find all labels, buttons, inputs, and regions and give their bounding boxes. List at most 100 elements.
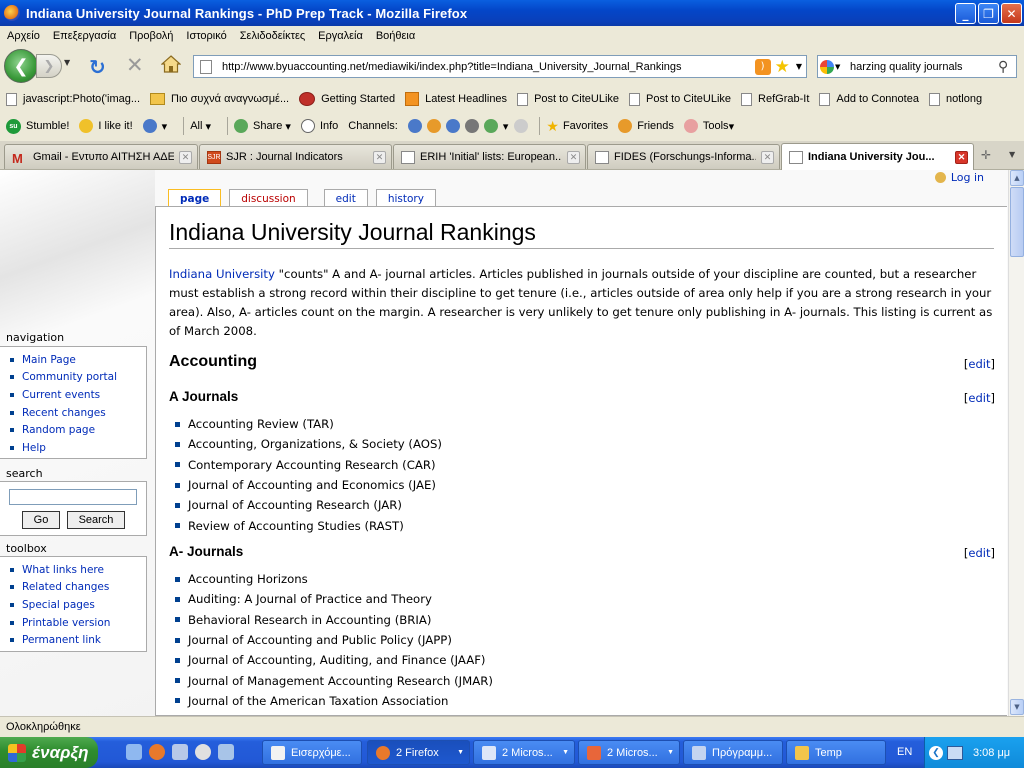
menu-tools[interactable]: Εργαλεία (311, 30, 369, 42)
tool-special-pages[interactable]: Special pages (10, 596, 146, 614)
tools-dropdown[interactable]: Tools ▾ (683, 119, 734, 133)
search-bar[interactable]: ▼ harzing quality journals ⚲ (817, 55, 1017, 78)
scroll-down-icon[interactable]: ▼ (1010, 699, 1024, 715)
friends-button[interactable]: Friends (618, 119, 674, 133)
tag-icon[interactable] (514, 119, 529, 133)
quicklaunch-icon[interactable] (218, 744, 234, 760)
tray-expand-icon[interactable]: ❮ (929, 745, 943, 760)
dislike-button[interactable]: ▾ (142, 119, 167, 133)
close-tab-icon[interactable]: ✕ (373, 150, 386, 164)
all-dropdown[interactable]: All ▾ (190, 120, 211, 133)
close-tab-icon[interactable]: ✕ (567, 150, 580, 164)
new-tab-icon[interactable]: ✛ (981, 148, 991, 162)
edit-section-link[interactable]: [edit] (964, 546, 995, 560)
bookmark-item[interactable]: notlong (928, 92, 982, 106)
menu-edit[interactable]: Επεξεργασία (46, 30, 122, 42)
start-button[interactable]: έναρξη (0, 737, 98, 768)
tool-what-links-here[interactable]: What links here (10, 561, 146, 579)
tab-history[interactable]: history (375, 189, 436, 207)
indiana-university-link[interactable]: Indiana University (169, 267, 275, 281)
bookmark-item[interactable]: Add to Connotea (819, 92, 919, 106)
like-button[interactable]: I like it! (79, 119, 133, 133)
tool-printable-version[interactable]: Printable version (10, 614, 146, 632)
nav-current-events[interactable]: Current events (10, 386, 146, 404)
network-icon[interactable] (947, 745, 963, 760)
vertical-scrollbar[interactable]: ▲ ▼ (1008, 170, 1024, 716)
home-icon[interactable] (161, 55, 181, 73)
bookmark-item[interactable]: Latest Headlines (405, 92, 507, 106)
list-all-tabs-icon[interactable]: ▼ (1009, 150, 1015, 159)
bookmark-item[interactable]: javascript:Photo('imag... (6, 92, 140, 106)
search-engine-selector[interactable]: ▼ (820, 58, 842, 76)
stop-icon[interactable]: ✕ (126, 53, 144, 77)
bookmark-item[interactable]: Post to CiteULike (517, 92, 619, 106)
menu-help[interactable]: Βοήθεια (369, 30, 421, 42)
edit-section-link[interactable]: [edit] (964, 391, 995, 405)
search-button[interactable]: Search (67, 511, 125, 529)
favorites-button[interactable]: ★ Favorites (546, 118, 608, 135)
video-icon[interactable] (464, 119, 479, 133)
bookmark-item[interactable]: RefGrab-It (741, 92, 809, 106)
tab-gmail[interactable]: M Gmail - Εντυπο ΑΙΤΗΣΗ ΑΔΕ... ✕ (4, 144, 198, 169)
nav-recent-changes[interactable]: Recent changes (10, 404, 146, 422)
forward-button[interactable]: ❯ (36, 54, 62, 78)
close-tab-icon[interactable]: ✕ (761, 150, 774, 164)
tab-edit[interactable]: edit (323, 189, 368, 207)
task-programs[interactable]: Πρόγραμμ... (683, 740, 783, 765)
firefox-quicklaunch-icon[interactable] (149, 744, 165, 760)
tab-indiana[interactable]: Indiana University Jou... ✕ (781, 143, 974, 170)
close-tab-icon[interactable]: ✕ (955, 150, 968, 164)
task-firefox[interactable]: 2 Firefox ▼ (367, 740, 470, 765)
wiki-search-input[interactable] (9, 489, 137, 505)
channel-icon[interactable] (483, 119, 498, 133)
tab-fides[interactable]: FIDES (Forschungs-Informa... ✕ (587, 144, 780, 169)
close-tab-icon[interactable]: ✕ (179, 150, 192, 164)
menu-history[interactable]: Ιστορικό (179, 30, 232, 42)
photos-icon[interactable] (445, 119, 460, 133)
explorer-quicklaunch-icon[interactable] (172, 744, 188, 760)
go-button[interactable]: Go (22, 511, 60, 529)
scrollbar-thumb[interactable] (1010, 187, 1024, 257)
nav-main-page[interactable]: Main Page (10, 351, 146, 369)
task-inbox[interactable]: Εισερχόμε... (262, 740, 362, 765)
reload-icon[interactable]: ↻ (89, 55, 106, 79)
people-icon[interactable] (426, 119, 441, 133)
menu-view[interactable]: Προβολή (122, 30, 179, 42)
tab-sjr[interactable]: SJR SJR : Journal Indicators ✕ (199, 144, 392, 169)
nav-random-page[interactable]: Random page (10, 421, 146, 439)
media-player-icon[interactable] (195, 744, 211, 760)
share-button[interactable]: Share ▾ (234, 119, 291, 133)
menu-file[interactable]: Αρχείο (0, 30, 46, 42)
show-desktop-icon[interactable] (126, 744, 142, 760)
menu-bookmarks[interactable]: Σελιδοδείκτες (233, 30, 311, 42)
language-indicator[interactable]: EN (897, 746, 912, 758)
info-button[interactable]: Info (300, 119, 338, 133)
search-magnifier-icon[interactable]: ⚲ (998, 59, 1016, 75)
edit-section-link[interactable]: [edit] (964, 357, 995, 371)
history-dropdown-icon[interactable]: ▼ (64, 58, 70, 67)
tool-permanent-link[interactable]: Permanent link (10, 631, 146, 649)
clock[interactable]: 3:08 μμ (973, 747, 1010, 759)
tab-discussion[interactable]: discussion (229, 189, 308, 207)
globe-icon[interactable] (407, 119, 422, 133)
task-word[interactable]: 2 Micros... ▼ (473, 740, 575, 765)
nav-help[interactable]: Help (10, 439, 146, 457)
tab-erih[interactable]: ERIH 'Initial' lists: European... ✕ (393, 144, 586, 169)
address-bar[interactable]: http://www.byuaccounting.net/mediawiki/i… (193, 55, 807, 78)
search-input[interactable]: harzing quality journals (850, 61, 998, 73)
url-dropdown-icon[interactable]: ▼ (796, 62, 802, 71)
back-button[interactable]: ❮ (4, 49, 38, 83)
task-powerpoint[interactable]: 2 Micros... ▼ (578, 740, 680, 765)
bookmark-item[interactable]: Post to CiteULike (629, 92, 731, 106)
bookmark-item[interactable]: Getting Started (299, 92, 395, 106)
stumble-button[interactable]: Stumble! (26, 120, 69, 132)
scroll-up-icon[interactable]: ▲ (1010, 170, 1024, 186)
nav-community-portal[interactable]: Community portal (10, 369, 146, 387)
close-window-button[interactable]: ✕ (1001, 3, 1022, 24)
url-input[interactable]: http://www.byuaccounting.net/mediawiki/i… (222, 61, 755, 73)
task-temp-folder[interactable]: Temp (786, 740, 886, 765)
tab-page[interactable]: page (168, 189, 222, 207)
login-link[interactable]: Log in (934, 171, 984, 184)
rss-feed-icon[interactable]: ) (754, 58, 771, 75)
bookmark-star-icon[interactable]: ★ (775, 57, 790, 77)
